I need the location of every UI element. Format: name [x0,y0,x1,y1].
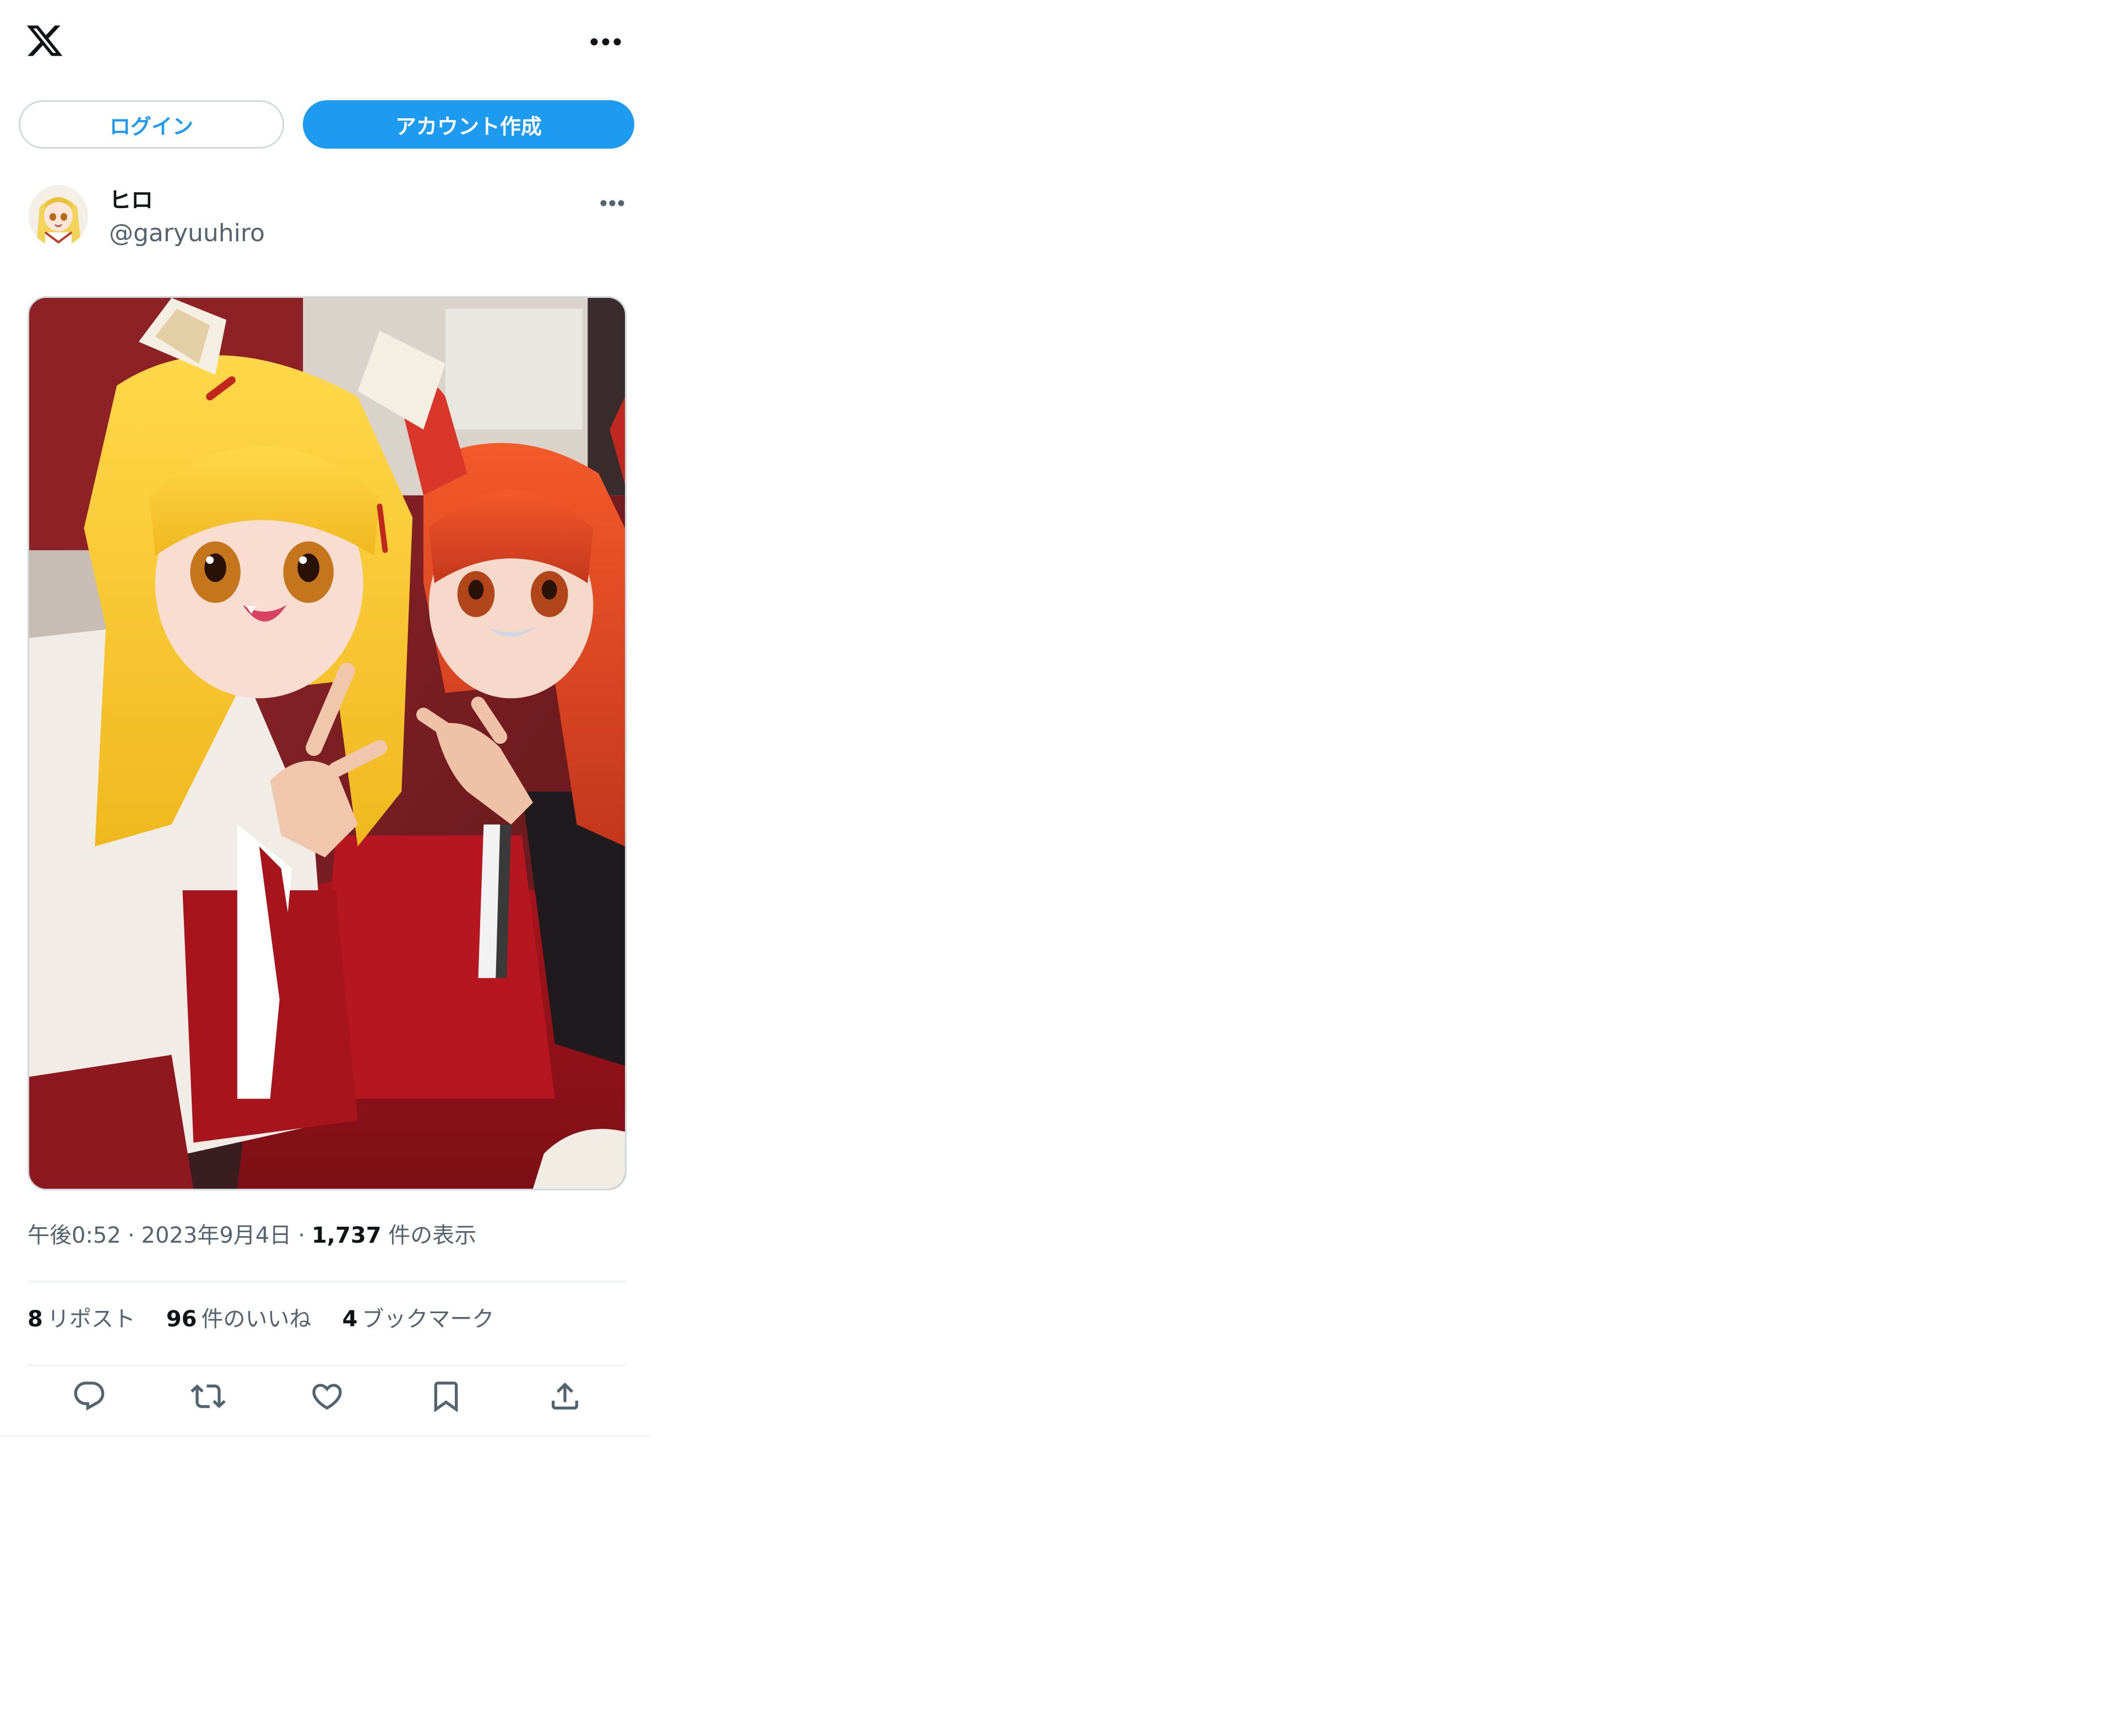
tweet-meta: 午後0:52 · 2023年9月4日 · 1,737 件の表示 [28,1220,476,1251]
bookmarks-stat[interactable]: 4 ブックマーク [342,1307,494,1332]
bookmarks-label: ブックマーク [362,1307,494,1332]
tweet-stats: 8 リポスト 96 件のいいね 4 ブックマーク [28,1304,525,1335]
views-label: 件の表示 [388,1223,477,1248]
share-icon[interactable] [547,1379,583,1414]
tweet-date[interactable]: 2023年9月4日 [142,1223,292,1248]
more-icon[interactable] [590,37,621,46]
reposts-stat[interactable]: 8 リポスト [28,1307,135,1332]
views-count: 1,737 [311,1223,382,1248]
reposts-label: リポスト [47,1307,135,1332]
tweet-time[interactable]: 午後0:52 [28,1223,121,1248]
avatar[interactable] [29,185,88,247]
reply-icon[interactable] [72,1379,107,1414]
bookmark-icon[interactable] [428,1379,464,1414]
divider [28,1281,627,1282]
tweet-photo[interactable] [28,296,627,1190]
meta-separator: · [298,1223,305,1248]
likes-label: 件のいいね [201,1307,312,1332]
tweet-page: ログイン アカウント作成 ヒロ @garyuuhiro 午後0:52 · 202… [0,0,650,1437]
author-handle[interactable]: @garyuuhiro [109,219,265,248]
like-icon[interactable] [309,1379,345,1414]
tweet-more-icon[interactable] [600,198,624,206]
create-account-button[interactable]: アカウント作成 [303,100,634,149]
repost-icon[interactable] [191,1379,226,1414]
x-logo-icon[interactable] [25,22,64,59]
divider [28,1364,627,1366]
login-button[interactable]: ログイン [19,100,284,149]
bookmarks-count: 4 [342,1307,358,1332]
likes-count: 96 [166,1307,197,1332]
likes-stat[interactable]: 96 件のいいね [166,1307,312,1332]
reposts-count: 8 [28,1307,43,1332]
author-name[interactable]: ヒロ [109,187,153,214]
meta-separator: · [127,1223,135,1248]
